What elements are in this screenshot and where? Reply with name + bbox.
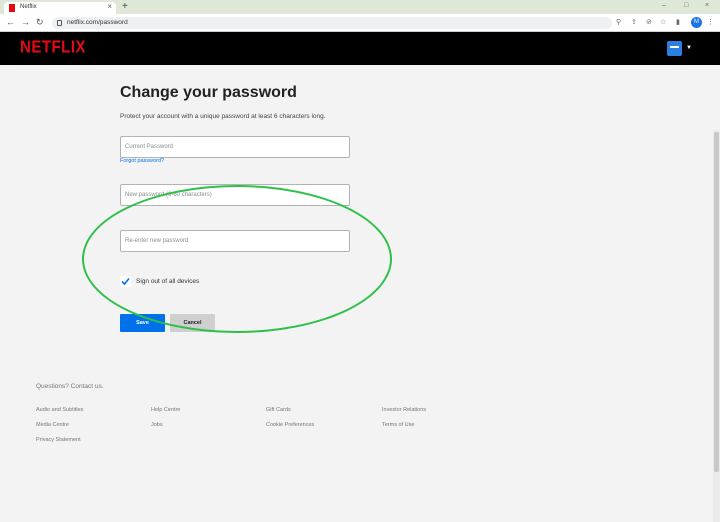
reload-icon[interactable]: ↻ — [36, 17, 44, 28]
maximize-icon[interactable]: □ — [684, 2, 688, 9]
forgot-password-link[interactable]: Forgot password? — [120, 158, 164, 164]
browser-toolbar: ← → ↻ netflix.com/password ⚲ ⇪ ⊘ ☆ ▮ M ⋮ — [0, 14, 720, 32]
footer-link-privacy-statement[interactable]: Privacy Statement — [36, 437, 81, 443]
tab-close-icon[interactable]: × — [107, 2, 112, 11]
page-scrollbar[interactable] — [713, 130, 720, 522]
footer-link-cookie-preferences[interactable]: Cookie Preferences — [266, 422, 314, 428]
cancel-button[interactable]: Cancel — [170, 314, 215, 332]
checkbox-box — [120, 276, 131, 287]
signout-checkbox[interactable] — [120, 276, 131, 287]
browser-tab[interactable]: Netflix × — [4, 2, 116, 14]
new-tab-icon[interactable]: + — [122, 1, 128, 12]
minimize-icon[interactable]: – — [662, 2, 666, 9]
site-header: NETFLIX ▼ — [0, 32, 720, 65]
profile-avatar[interactable]: M — [691, 17, 702, 28]
tab-title: Netflix — [20, 4, 37, 10]
footer-link-gift-cards[interactable]: Gift Cards — [266, 407, 291, 413]
window-close-icon[interactable]: × — [705, 2, 709, 9]
main-content: Change your password Protect your accoun… — [0, 65, 720, 522]
new-password-placeholder: New password (6-60 characters) — [125, 192, 212, 198]
menu-dots-icon[interactable]: ⋮ — [707, 18, 714, 26]
browser-tab-bar: Netflix × + – □ × — [0, 0, 720, 14]
back-arrow-icon[interactable]: ← — [6, 17, 15, 27]
netflix-favicon-icon — [9, 4, 15, 12]
current-password-placeholder: Current Password — [125, 144, 174, 150]
current-password-field[interactable]: Current Password — [120, 136, 350, 158]
save-button[interactable]: Save — [120, 314, 165, 332]
caret-down-icon[interactable]: ▼ — [686, 45, 692, 51]
key-icon[interactable]: ⚲ — [616, 18, 621, 26]
footer-link-media-centre[interactable]: Media Centre — [36, 422, 69, 428]
share-icon[interactable]: ⇪ — [631, 18, 637, 26]
scrollbar-thumb[interactable] — [714, 132, 719, 472]
footer-link-jobs[interactable]: Jobs — [151, 422, 163, 428]
signout-label: Sign out of all devices — [136, 278, 200, 285]
address-bar[interactable]: netflix.com/password — [52, 17, 612, 29]
lock-icon — [57, 20, 62, 26]
reenter-password-placeholder: Re-enter new password — [125, 238, 189, 244]
footer-link-help-centre[interactable]: Help Centre — [151, 407, 180, 413]
footer-link-terms-of-use[interactable]: Terms of Use — [382, 422, 414, 428]
forward-arrow-icon[interactable]: → — [21, 17, 30, 27]
footer-link-audio-subtitles[interactable]: Audio and Subtitles — [36, 407, 83, 413]
footer-contact[interactable]: Questions? Contact us. — [36, 383, 104, 390]
account-avatar-icon[interactable] — [667, 41, 682, 56]
page-title: Change your password — [120, 84, 297, 101]
translate-icon[interactable]: ⊘ — [646, 18, 652, 26]
page-subtitle: Protect your account with a unique passw… — [120, 113, 326, 120]
footer-link-investor-relations[interactable]: Investor Relations — [382, 407, 426, 413]
highlight-ellipse — [82, 185, 392, 333]
url-text: netflix.com/password — [67, 19, 128, 26]
reenter-password-field[interactable]: Re-enter new password — [120, 230, 350, 252]
star-icon[interactable]: ☆ — [660, 18, 666, 26]
sidebar-icon[interactable]: ▮ — [676, 18, 680, 26]
new-password-field[interactable]: New password (6-60 characters) — [120, 184, 350, 206]
netflix-logo[interactable]: NETFLIX — [20, 38, 86, 58]
